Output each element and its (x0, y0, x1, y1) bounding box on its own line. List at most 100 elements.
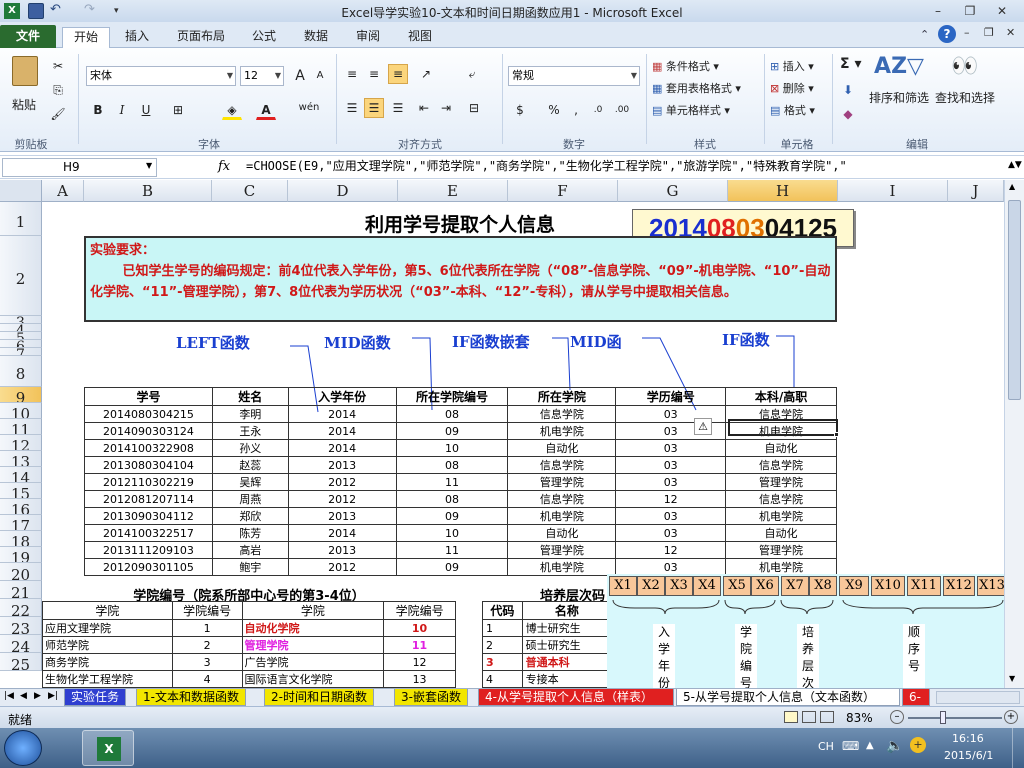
horizontal-scrollbar[interactable] (936, 691, 1020, 704)
table-cell[interactable]: 09 (395, 507, 509, 525)
phonetic-button[interactable]: wén (296, 98, 322, 118)
table-cell[interactable]: 吴辉 (211, 473, 289, 491)
shrink-font-button[interactable]: A (310, 66, 330, 86)
table-cell[interactable]: 普通本科 (521, 653, 613, 671)
scroll-up-icon[interactable]: ▲ (1009, 182, 1015, 191)
table-row[interactable]: 2014100322517 陈芳 2014 10 自动化 03 自动化 (84, 524, 837, 542)
table-cell[interactable]: 2014080304215 (84, 405, 213, 423)
table-cell[interactable]: 自动化 (507, 439, 617, 457)
table-cell[interactable]: 2 (482, 636, 523, 654)
zoom-slider[interactable] (908, 717, 1002, 719)
decrease-indent-icon[interactable]: ⇤ (414, 98, 434, 118)
tab-review[interactable]: 审阅 (348, 27, 388, 48)
table-cell[interactable]: 12 (383, 653, 456, 671)
table-cell[interactable]: 陈芳 (211, 524, 289, 542)
table-cell[interactable]: 2014100322908 (84, 439, 213, 457)
table-cell[interactable]: 管理学院 (725, 541, 837, 559)
workbook-close-icon[interactable]: ✕ (1006, 26, 1015, 39)
table-cell[interactable]: 周燕 (211, 490, 289, 508)
sheet-nav-prev-icon[interactable]: ◀ (20, 691, 27, 701)
table-cell[interactable]: 08 (395, 405, 509, 423)
table-cell[interactable]: 信息学院 (507, 405, 617, 423)
workbook-restore-icon[interactable]: ❐ (984, 26, 994, 39)
table-row[interactable]: 4 专接本 (482, 670, 613, 688)
cell-styles-button[interactable]: ▤ 单元格样式 ▾ (652, 102, 730, 118)
name-box-dropdown-icon[interactable]: ▼ (146, 161, 152, 170)
table-cell[interactable]: 硕士研究生 (521, 636, 613, 654)
scroll-down-icon[interactable]: ▼ (1009, 674, 1015, 683)
table-header-cell[interactable]: 学院编号 (383, 601, 456, 620)
table-cell[interactable]: 2013 (287, 507, 397, 525)
table-cell[interactable]: 王永 (211, 422, 289, 440)
table-cell[interactable]: 管理学院 (241, 636, 385, 654)
table-cell[interactable]: 博士研究生 (521, 619, 613, 637)
table-row[interactable]: 2 硕士研究生 (482, 636, 613, 654)
row-header-16[interactable]: 16 (0, 499, 42, 515)
table-cell[interactable]: 2014090303124 (84, 422, 213, 440)
sheet-tab-1[interactable]: 1-文本和数据函数 (136, 689, 246, 706)
table-cell[interactable]: 2012090301105 (84, 558, 213, 576)
show-desktop-button[interactable] (1012, 728, 1024, 768)
tab-insert[interactable]: 插入 (114, 27, 160, 48)
merge-center-icon[interactable]: ⊟ (464, 98, 484, 118)
align-left-icon[interactable]: ☰ (342, 98, 362, 118)
page-break-view-icon[interactable] (820, 711, 834, 723)
format-cells-button[interactable]: ▤ 格式 ▾ (770, 102, 815, 118)
table-cell[interactable]: 1 (171, 619, 243, 637)
table-cell[interactable]: 机电学院 (507, 507, 617, 525)
align-bottom-icon[interactable]: ≡ (388, 64, 408, 84)
table-cell[interactable]: 机电学院 (725, 558, 837, 576)
error-warning-icon[interactable]: ⚠ (694, 418, 712, 435)
table-cell[interactable]: 11 (395, 473, 509, 491)
table-cell[interactable]: 08 (395, 490, 509, 508)
table-cell[interactable]: 机电学院 (507, 558, 617, 576)
table-cell[interactable]: 08 (395, 456, 509, 474)
paste-button[interactable]: 粘贴 (8, 52, 44, 122)
table-row[interactable]: 2012110302219 吴辉 2012 11 管理学院 03 管理学院 (84, 473, 837, 491)
sort-filter-button[interactable]: AZ▽ 排序和筛选 (868, 54, 930, 130)
keyboard-icon[interactable]: ⌨ (842, 739, 859, 753)
table-cell[interactable]: 3 (482, 653, 523, 671)
name-box[interactable]: H9 (2, 158, 157, 177)
expand-formula-icon[interactable]: ▲▼ (1008, 160, 1022, 170)
table-cell[interactable]: 2014 (287, 422, 397, 440)
table-header-cell[interactable]: 名称 (521, 601, 613, 620)
zoom-slider-thumb[interactable] (940, 711, 946, 724)
table-cell[interactable]: 03 (615, 507, 727, 525)
table-row[interactable]: 商务学院 3 广告学院 12 (42, 653, 456, 671)
table-header-cell[interactable]: 代码 (482, 601, 523, 620)
table-cell[interactable]: 生物化学工程学院 (42, 670, 173, 688)
table-row[interactable]: 2013080304104 赵蕊 2013 08 信息学院 03 信息学院 (84, 456, 837, 474)
table-cell[interactable]: 商务学院 (42, 653, 173, 671)
underline-button[interactable]: U (136, 100, 156, 120)
table-header-cell[interactable]: 入学年份 (287, 387, 397, 406)
table-cell[interactable]: 4 (482, 670, 523, 688)
table-cell[interactable]: 10 (383, 619, 456, 637)
table-cell[interactable]: 信息学院 (507, 456, 617, 474)
sheet-tab-tasks[interactable]: 实验任务 (64, 689, 127, 706)
orientation-icon[interactable]: ↗ (416, 64, 436, 84)
table-header-cell[interactable]: 所在学院 (507, 387, 617, 406)
table-cell[interactable]: 4 (171, 670, 243, 688)
table-cell[interactable]: 自动化 (507, 524, 617, 542)
fx-button[interactable]: fx (218, 159, 230, 174)
input-language[interactable]: CH (818, 740, 834, 753)
table-header-cell[interactable]: 姓名 (211, 387, 289, 406)
table-row[interactable]: 2014090303124 王永 2014 09 机电学院 03 机电学院 (84, 422, 837, 440)
normal-view-icon[interactable] (784, 711, 798, 723)
table-cell[interactable]: 09 (395, 558, 509, 576)
decrease-decimal-icon[interactable]: .00 (612, 100, 632, 120)
table-cell[interactable]: 03 (615, 456, 727, 474)
sheet-tab-2[interactable]: 2-时间和日期函数 (264, 689, 374, 706)
table-cell[interactable]: 赵蕊 (211, 456, 289, 474)
copy-icon[interactable]: ⎘ (48, 80, 68, 100)
table-cell[interactable]: 13 (383, 670, 456, 688)
table-cell[interactable]: 李明 (211, 405, 289, 423)
clock-time[interactable]: 16:16 (952, 732, 984, 745)
table-cell[interactable]: 2013 (287, 456, 397, 474)
sheet-nav-last-icon[interactable]: ▶| (48, 691, 58, 701)
sheet-tab-4[interactable]: 4-从学号提取个人信息（样表） (478, 689, 674, 706)
increase-indent-icon[interactable]: ⇥ (436, 98, 456, 118)
row-header-19[interactable]: 19 (0, 547, 42, 563)
tab-file[interactable]: 文件 (0, 25, 56, 48)
